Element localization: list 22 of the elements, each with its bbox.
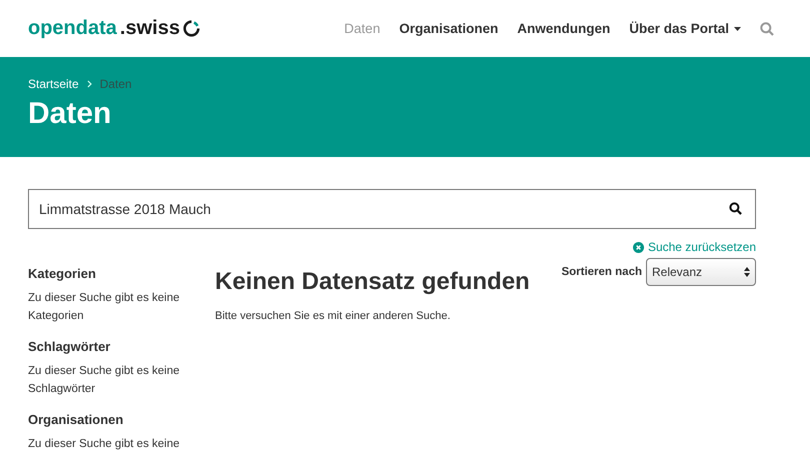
results-message: Bitte versuchen Sie es mit einer anderen Suche. (215, 310, 452, 322)
results-title: Keinen Datensatz gefunden (215, 268, 530, 296)
facet-empty-text: Zu dieser Suche gibt es keine Schlagwörter (28, 364, 181, 397)
search-icon[interactable] (729, 202, 742, 215)
sort-dropdown[interactable]: Relevanz (646, 258, 756, 286)
facet-heading: Schlagwörter (28, 339, 112, 354)
site-logo[interactable]: opendata.swiss (28, 17, 200, 40)
reset-search-link[interactable]: Suche zurücksetzen (632, 240, 756, 254)
nav-link[interactable]: Anwendungen (517, 21, 610, 36)
facet-empty-text: Zu dieser Suche gibt es keine Kategorien (28, 291, 181, 324)
page-title: Daten (28, 97, 112, 131)
facet-empty-text: Zu dieser Suche gibt es keine (28, 437, 181, 452)
nav-link[interactable]: Über das Portal (629, 21, 741, 36)
facet-heading: Organisationen (28, 412, 124, 427)
search-field[interactable]: Limmatstrasse 2018 Mauch (28, 189, 756, 229)
sort-label: Sortieren nach (561, 266, 642, 278)
nav-link[interactable]: Organisationen (399, 21, 498, 36)
clear-icon (632, 242, 644, 252)
facet-heading: Kategorien (28, 266, 97, 281)
breadcrumb-link[interactable]: Startseite (28, 77, 79, 91)
chevron-icon (86, 80, 92, 88)
updown-arrows-icon (744, 267, 750, 277)
